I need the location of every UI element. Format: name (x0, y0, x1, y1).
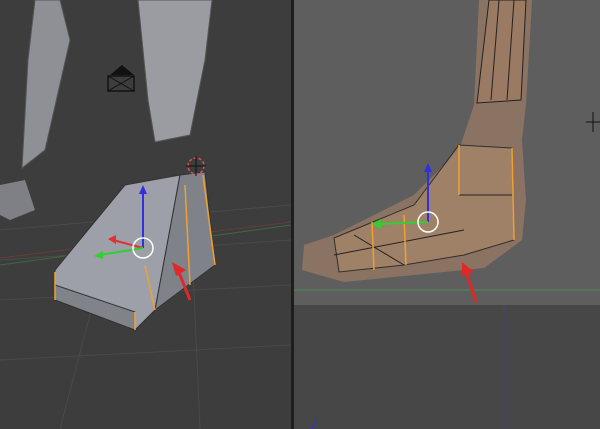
right-3d-viewport[interactable] (294, 0, 600, 429)
left-3d-viewport[interactable] (0, 0, 291, 429)
